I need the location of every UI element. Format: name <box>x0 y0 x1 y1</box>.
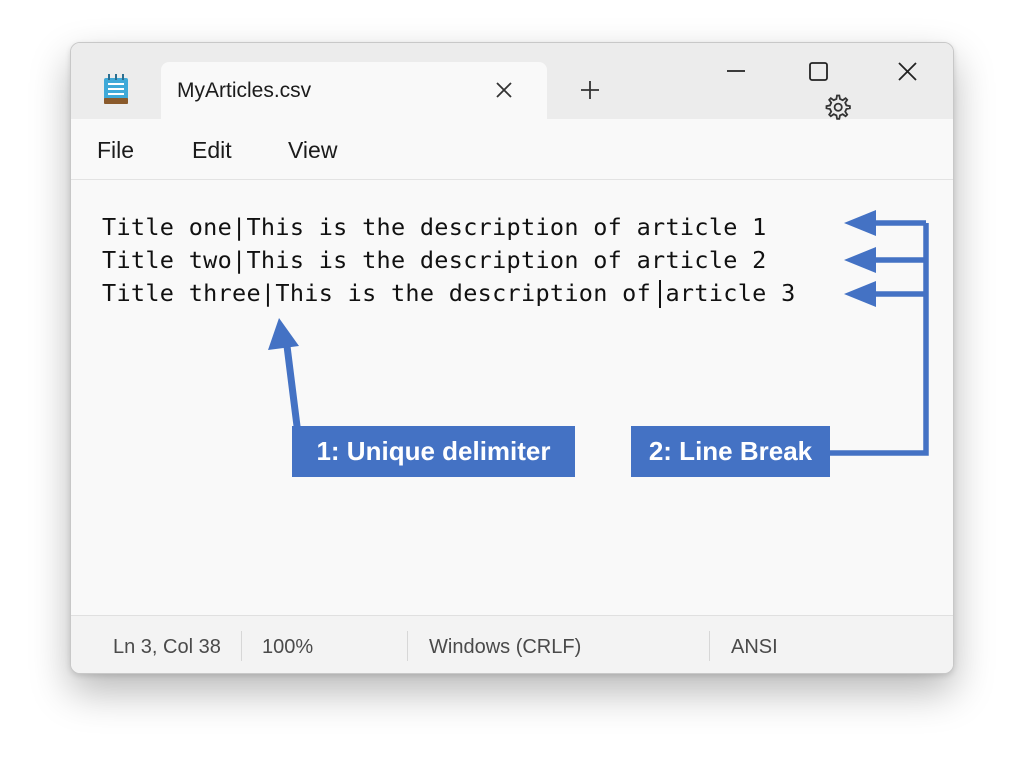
cursor-position: Ln 3, Col 38 <box>113 636 221 658</box>
menu-view[interactable]: View <box>288 137 337 164</box>
encoding[interactable]: ANSI <box>731 636 778 659</box>
line-ending[interactable]: Windows (CRLF) <box>429 636 581 659</box>
plus-icon[interactable] <box>577 77 603 103</box>
zoom-level[interactable]: 100% <box>262 636 313 659</box>
tab-myarticles[interactable]: MyArticles.csv <box>161 62 547 120</box>
menu-bar: File Edit View <box>71 119 953 180</box>
editor-line: Title two|This is the description of art… <box>102 246 767 274</box>
status-bar: Ln 3, Col 38 100% Windows (CRLF) ANSI <box>71 615 953 673</box>
status-divider <box>709 631 710 661</box>
text-editor[interactable]: Title one|This is the description of art… <box>71 180 953 614</box>
menu-edit[interactable]: Edit <box>192 137 232 164</box>
gear-icon[interactable] <box>822 92 852 122</box>
notepad-window: MyArticles.csv File Edit View Title one|… <box>70 42 954 674</box>
close-icon[interactable] <box>887 57 927 89</box>
notepad-icon <box>104 74 128 104</box>
title-bar: MyArticles.csv <box>71 43 953 120</box>
maximize-icon[interactable] <box>799 57 839 89</box>
editor-line: Title one|This is the description of art… <box>102 213 767 241</box>
text-caret <box>659 280 661 308</box>
close-icon[interactable] <box>491 77 517 103</box>
tab-title: MyArticles.csv <box>177 79 312 102</box>
minimize-icon[interactable] <box>716 57 756 89</box>
menu-file[interactable]: File <box>97 137 134 164</box>
status-divider <box>241 631 242 661</box>
status-divider <box>407 631 408 661</box>
editor-line: Title three|This is the description of a… <box>102 279 796 307</box>
callout-unique-delimiter: 1: Unique delimiter <box>292 426 575 477</box>
callout-line-break: 2: Line Break <box>631 426 830 477</box>
